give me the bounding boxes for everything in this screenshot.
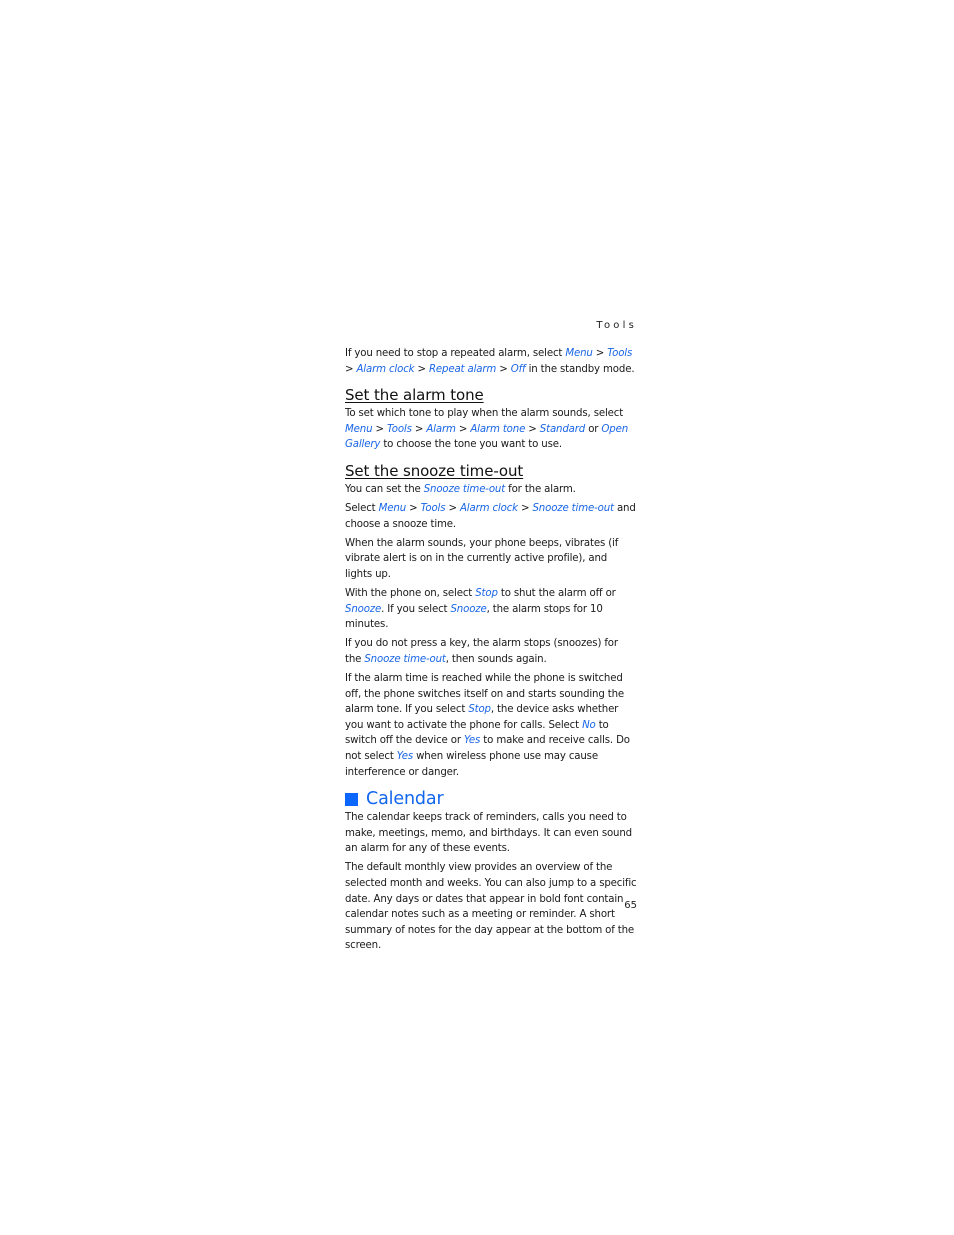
calendar-heading-text: Calendar	[366, 789, 444, 810]
menu-path-term: Repeat alarm	[428, 363, 497, 375]
menu-path-term: Tools	[386, 423, 412, 435]
menu-path-term: Yes	[463, 735, 481, 747]
alarm-tone-paragraph: To set which tone to play when the alarm…	[345, 408, 629, 451]
menu-path-term: Alarm clock	[356, 363, 415, 375]
menu-path-term: Stop	[475, 588, 498, 600]
menu-path-term: Snooze time-out	[532, 503, 614, 515]
menu-path-term: Snooze	[345, 603, 382, 615]
menu-path-term: Alarm clock	[459, 503, 518, 515]
snooze-paragraph-4: With the phone on, select Stop to shut t…	[345, 588, 616, 631]
running-head: Tools	[596, 320, 637, 331]
snooze-paragraph-2: Select Menu > Tools > Alarm clock > Snoo…	[345, 503, 636, 530]
intro-paragraph: If you need to stop a repeated alarm, se…	[345, 348, 635, 375]
blue-square-bullet-icon	[345, 793, 358, 807]
menu-path-term: Yes	[396, 750, 414, 762]
menu-path-term: Stop	[468, 704, 491, 716]
menu-path-term: Standard	[539, 423, 586, 435]
calendar-heading: Calendar	[345, 789, 637, 810]
menu-path-term: Alarm	[426, 423, 456, 435]
menu-path-term: Tools	[607, 348, 633, 359]
menu-path-term: Tools	[420, 503, 446, 515]
page-content: If you need to stop a repeated alarm, se…	[345, 346, 637, 958]
snooze-paragraph-6: If the alarm time is reached while the p…	[345, 673, 630, 778]
menu-path-term: Snooze time-out	[423, 483, 506, 495]
menu-path-term: No	[582, 719, 596, 731]
snooze-paragraph-3: When the alarm sounds, your phone beeps,…	[345, 537, 619, 580]
calendar-paragraph-1: The calendar keeps track of reminders, c…	[345, 812, 632, 855]
menu-path-term: Menu	[565, 348, 593, 359]
menu-path-term: Menu	[378, 503, 407, 515]
section-heading-snooze: Set the snooze time-out	[345, 461, 524, 480]
menu-path-term: Snooze time-out	[364, 653, 446, 665]
snooze-paragraph-5: If you do not press a key, the alarm sto…	[345, 638, 618, 665]
calendar-paragraph-2: The default monthly view provides an ove…	[345, 862, 637, 952]
menu-path-term: Snooze	[450, 603, 487, 615]
section-heading-alarm-tone: Set the alarm tone	[345, 386, 484, 405]
menu-path-term: Menu	[345, 423, 373, 435]
menu-path-term: Alarm tone	[470, 423, 526, 435]
page-number: 65	[624, 900, 637, 911]
menu-path-term: Off	[510, 363, 526, 375]
snooze-paragraph-1: You can set the Snooze time-out for the …	[345, 483, 576, 495]
